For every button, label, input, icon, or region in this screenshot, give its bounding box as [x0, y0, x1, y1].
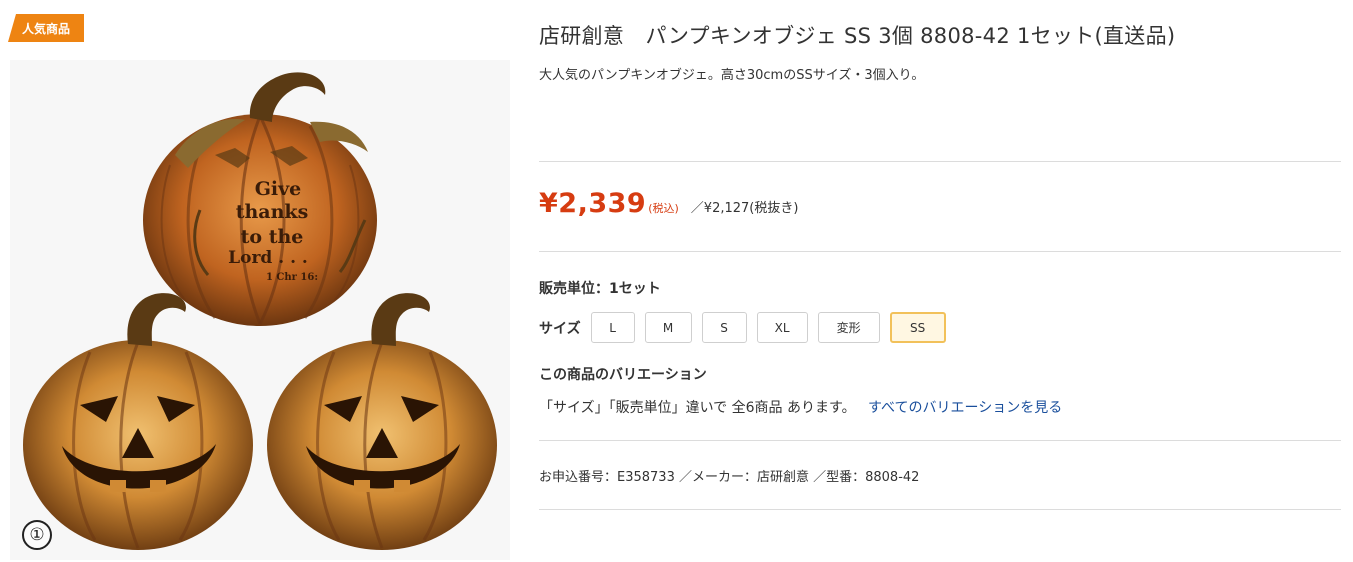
price-excluding-tax: ／¥2,127(税抜き): [690, 201, 799, 216]
size-option-m[interactable]: M: [644, 312, 692, 343]
size-option-s[interactable]: S: [701, 312, 747, 343]
size-option-l[interactable]: L: [590, 312, 635, 343]
pumpkin-top: Give thanks to the Lord . . . 1 Chr 16:: [143, 72, 377, 326]
engraving-line-2: thanks: [236, 201, 309, 223]
price-row: ¥2,339 (税込) ／¥2,127(税抜き): [539, 188, 798, 219]
size-option-irregular[interactable]: 変形: [817, 312, 880, 343]
image-number: ①: [22, 520, 52, 550]
product-image[interactable]: Give thanks to the Lord . . . 1 Chr 16:: [10, 60, 510, 560]
tax-included-label: (税込): [648, 202, 679, 215]
size-selector: サイズ L M S XL 変形 SS: [539, 312, 956, 343]
size-label: サイズ: [539, 320, 581, 337]
product-description: 大人気のパンプキンオブジェ。高さ30cmのSSサイズ・3個入り。: [539, 68, 925, 83]
size-option-xl[interactable]: XL: [756, 312, 808, 343]
price-amount: ¥2,339: [539, 188, 647, 219]
variation-text: 「サイズ」「販売単位」違いで 全6商品 あります。: [539, 400, 856, 416]
variation-info: 「サイズ」「販売単位」違いで 全6商品 あります。 すべてのバリエーションを見る: [539, 397, 1062, 417]
divider: [539, 161, 1341, 162]
divider: [539, 440, 1341, 441]
engraving-line-4: Lord . . .: [228, 248, 308, 268]
divider: [539, 251, 1341, 252]
sales-unit: 販売単位：1セット: [539, 281, 661, 297]
pumpkin-illustration: Give thanks to the Lord . . . 1 Chr 16:: [23, 72, 497, 550]
all-variations-link[interactable]: すべてのバリエーションを見る: [868, 400, 1062, 416]
engraving-line-1: Give: [255, 178, 302, 200]
pumpkin-right: [267, 293, 497, 550]
popular-badge: 人気商品: [8, 14, 84, 42]
engraving-line-5: 1 Chr 16:: [266, 272, 318, 283]
divider: [539, 509, 1341, 510]
product-title: 店研創意 パンプキンオブジェ SS 3個 8808-42 1セット(直送品): [539, 24, 1176, 48]
product-meta: お申込番号：E358733 ／メーカー：店研創意 ／型番：8808-42: [539, 470, 920, 485]
pumpkin-left: [23, 293, 253, 550]
engraving-line-3: to the: [241, 226, 304, 248]
size-option-ss[interactable]: SS: [889, 312, 946, 343]
variation-title: この商品のバリエーション: [539, 367, 707, 383]
